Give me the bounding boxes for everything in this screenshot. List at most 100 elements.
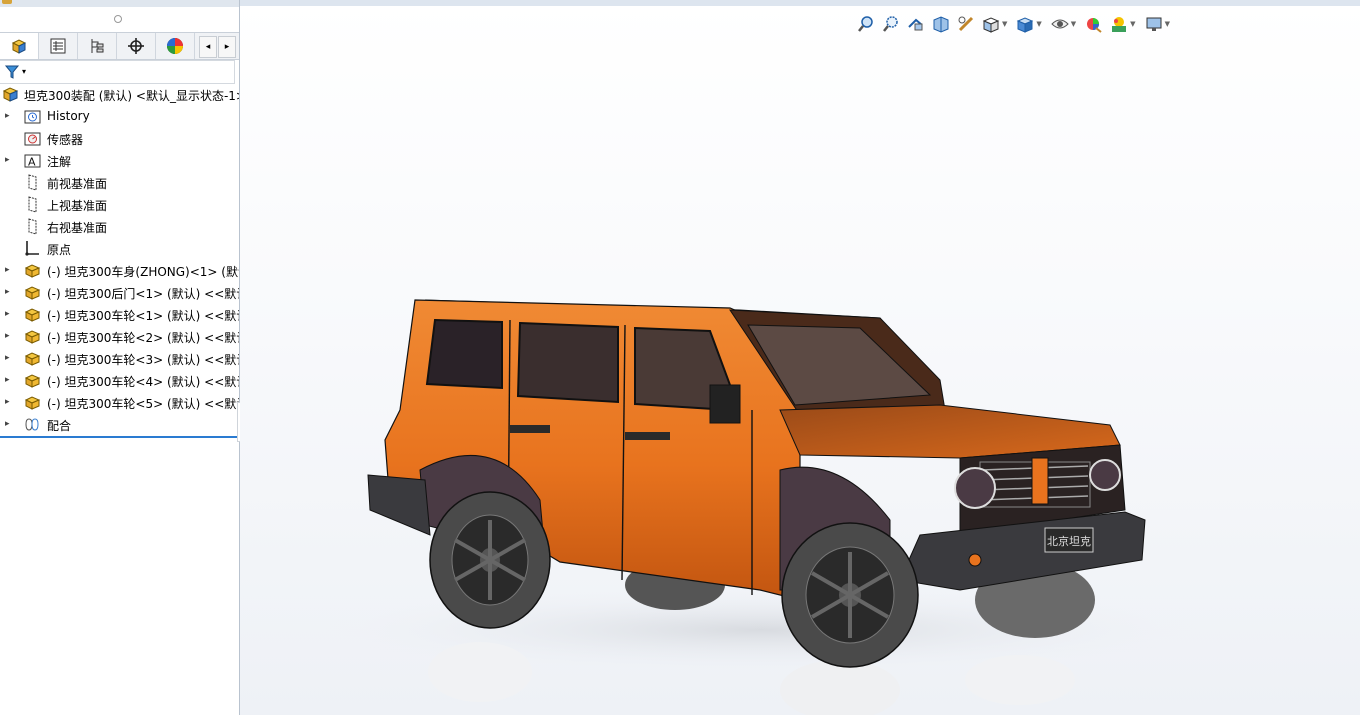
front-door-handle: [625, 432, 670, 440]
edit-appearance-icon: [1087, 18, 1102, 33]
edit-appearance-button[interactable]: [1083, 13, 1105, 35]
rear-door-window: [516, 321, 619, 404]
tree-item-label: 传感器: [47, 133, 84, 147]
front-bumper: [899, 511, 1146, 591]
tree-item-component[interactable]: ▸ (-) 坦克300车轮<4> (默认) <<默认: [0, 370, 239, 392]
part-icon: [24, 264, 41, 278]
chevron-down-icon[interactable]: ▼: [1165, 20, 1170, 28]
view-settings-icon: [1146, 17, 1162, 31]
part-icon: [24, 374, 41, 388]
side-mirror: [709, 384, 741, 424]
expand-arrow-icon[interactable]: ▸: [5, 397, 13, 407]
tree-item-component[interactable]: ▸ (-) 坦克300车轮<5> (默认) <<默认: [0, 392, 239, 414]
expand-arrow-icon[interactable]: ▸: [5, 375, 13, 385]
tree-item-component[interactable]: ▸ (-) 坦克300车轮<2> (默认) <<默认: [0, 326, 239, 348]
tab-scroll-left-button[interactable]: ◂: [199, 36, 217, 58]
previous-view-icon: [908, 18, 923, 31]
view-settings-button[interactable]: [1143, 13, 1165, 35]
tree-item-top-plane[interactable]: 上视基准面: [0, 194, 239, 216]
view-orientation-button[interactable]: [980, 13, 1002, 35]
tree-item-label: (-) 坦克300车轮<5> (默认) <<默认: [47, 397, 240, 411]
display-manager-icon: [167, 38, 183, 54]
tree-item-sensors[interactable]: 传感器: [0, 128, 239, 150]
expand-arrow-icon[interactable]: ▸: [5, 265, 13, 275]
fog-light: [968, 553, 982, 567]
part-icon: [24, 352, 41, 366]
tree-filter[interactable]: ▾: [0, 60, 235, 84]
hide-show-items-button[interactable]: [1049, 13, 1071, 35]
tree-item-origin[interactable]: 原点: [0, 238, 239, 260]
origin-icon: [25, 241, 39, 256]
dynamic-annotation-view-button[interactable]: [955, 13, 977, 35]
tree-item-label: History: [47, 109, 90, 123]
previous-view-button[interactable]: [905, 13, 927, 35]
expand-arrow-icon[interactable]: ▸: [5, 155, 13, 165]
tree-item-right-plane[interactable]: 右视基准面: [0, 216, 239, 238]
tree-item-component[interactable]: ▸ (-) 坦克300车轮<1> (默认) <<默认: [0, 304, 239, 326]
tree-item-component[interactable]: ▸ (-) 坦克300车身(ZHONG)<1> (默认: [0, 260, 239, 282]
chevron-down-icon[interactable]: ▼: [1130, 20, 1135, 28]
tab-scroll-buttons: ◂ ▸: [199, 36, 237, 58]
apply-scene-button[interactable]: [1108, 13, 1130, 35]
sensor-icon: [24, 132, 41, 146]
tree-item-label: 配合: [47, 419, 72, 433]
annotation-icon: A: [24, 154, 41, 169]
expand-arrow-icon[interactable]: ▸: [5, 287, 13, 297]
svg-text:A: A: [28, 156, 36, 169]
manager-tabs: ◂ ▸: [0, 32, 239, 60]
chevron-down-icon: ▾: [22, 67, 27, 76]
featuremanager-icon: [11, 39, 27, 54]
right-headlight: [1089, 459, 1121, 491]
expand-arrow-icon[interactable]: ▸: [5, 419, 13, 429]
chevron-down-icon[interactable]: ▼: [1002, 20, 1007, 28]
tree-item-front-plane[interactable]: 前视基准面: [0, 172, 239, 194]
configurationmanager-tab[interactable]: [78, 33, 117, 59]
filter-icon: [4, 65, 20, 79]
zoom-to-area-button[interactable]: [880, 13, 902, 35]
grille-center-bar: [1031, 457, 1049, 505]
tree-item-label: 注解: [47, 155, 72, 169]
display-style-button[interactable]: [1014, 13, 1036, 35]
left-headlight: [954, 467, 996, 509]
tree-item-history[interactable]: ▸ History: [0, 106, 239, 128]
tree-rollback-bar[interactable]: [0, 436, 237, 438]
part-icon: [24, 396, 41, 410]
graphics-area[interactable]: 北京坦克 ▼ ▼ ▼ ▼ ▼: [240, 0, 1360, 715]
mates-icon: [25, 418, 39, 431]
chevron-down-icon[interactable]: ▼: [1071, 20, 1076, 28]
wheel-reflection: [965, 655, 1075, 705]
tree-item-component[interactable]: ▸ (-) 坦克300车轮<3> (默认) <<默认: [0, 348, 239, 370]
dimxpert-tab[interactable]: [117, 33, 156, 59]
expand-arrow-icon[interactable]: ▸: [5, 353, 13, 363]
zoom-to-fit-button[interactable]: [855, 13, 877, 35]
view-orientation-icon: [982, 17, 1000, 33]
hide-show-items-icon: [1051, 19, 1069, 29]
expand-arrow-icon[interactable]: ▸: [5, 309, 13, 319]
rear-bumper: [367, 474, 431, 536]
chevron-down-icon[interactable]: ▼: [1036, 20, 1041, 28]
zoom-to-area-icon: [883, 16, 898, 32]
panel-splitter-handle[interactable]: [114, 15, 122, 23]
tree-item-label: 原点: [47, 243, 72, 257]
propertymanager-tab[interactable]: [39, 33, 78, 59]
display-style-icon: [1017, 17, 1034, 33]
plane-icon: [28, 196, 37, 213]
expand-arrow-icon[interactable]: ▸: [5, 331, 13, 341]
tab-scroll-right-button[interactable]: ▸: [218, 36, 236, 58]
tree-root[interactable]: 坦克300装配 (默认) <默认_显示状态-1>: [0, 84, 239, 106]
display-manager-tab[interactable]: [156, 33, 195, 59]
car-model-render[interactable]: 北京坦克: [240, 0, 1360, 715]
plane-icon: [28, 218, 37, 235]
expand-arrow-icon[interactable]: ▸: [5, 111, 13, 121]
history-folder-icon: [24, 110, 41, 124]
featuremanager-tab[interactable]: [0, 33, 39, 59]
tree-item-component[interactable]: ▸ (-) 坦克300后门<1> (默认) <<默认: [0, 282, 239, 304]
section-view-button[interactable]: [930, 13, 952, 35]
dimxpert-icon: [128, 38, 144, 54]
tree-item-label: (-) 坦克300车轮<3> (默认) <<默认: [47, 353, 240, 367]
tree-item-label: 上视基准面: [47, 199, 108, 213]
tree-item-mates[interactable]: ▸ 配合: [0, 414, 239, 436]
tree-item-label: (-) 坦克300车轮<2> (默认) <<默认: [47, 331, 240, 345]
heads-up-view-toolbar: ▼ ▼ ▼ ▼ ▼: [855, 12, 1177, 36]
tree-item-annotations[interactable]: ▸ A 注解: [0, 150, 239, 172]
